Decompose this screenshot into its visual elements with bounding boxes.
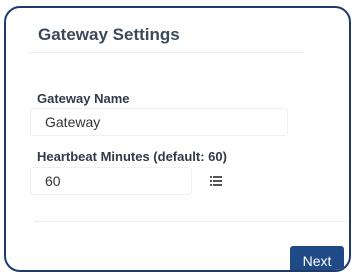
next-button[interactable]: Next (290, 246, 344, 270)
footer-divider (34, 221, 347, 222)
gateway-name-label: Gateway Name (37, 91, 130, 106)
title-divider (28, 52, 304, 53)
list-icon[interactable] (210, 174, 222, 186)
heartbeat-minutes-input[interactable] (30, 167, 192, 195)
settings-panel: Gateway Settings Gateway Name Heartbeat … (4, 6, 351, 272)
heartbeat-minutes-label: Heartbeat Minutes (default: 60) (37, 149, 227, 164)
panel-title: Gateway Settings (38, 25, 180, 44)
gateway-name-input[interactable] (30, 108, 288, 136)
